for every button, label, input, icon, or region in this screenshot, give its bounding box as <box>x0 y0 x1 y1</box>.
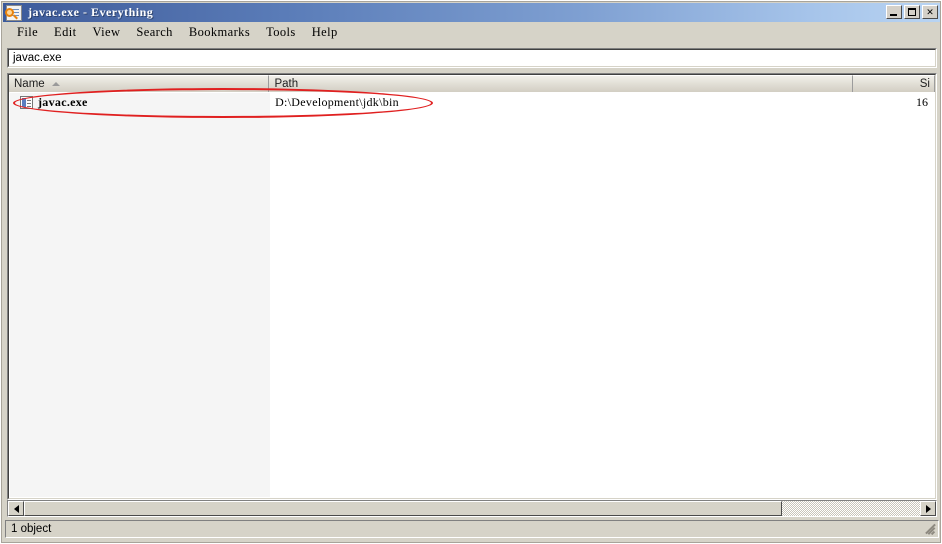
column-header-path[interactable]: Path <box>269 75 854 92</box>
scroll-left-button[interactable] <box>8 501 24 516</box>
chevron-right-icon <box>925 504 931 513</box>
menu-item-tools[interactable]: Tools <box>258 24 304 42</box>
file-icon <box>20 95 33 109</box>
cell-size: 16 <box>916 94 928 109</box>
menu-item-search[interactable]: Search <box>128 24 180 42</box>
results-listview-frame: Name Path Si javac.exe D:\Development\jd… <box>7 73 937 500</box>
title-bar[interactable]: javac.exe - Everything ✕ <box>3 3 941 22</box>
search-input[interactable]: javac.exe <box>8 49 936 67</box>
chevron-left-icon <box>13 504 19 513</box>
status-bar: 1 object <box>5 520 939 538</box>
table-row[interactable]: javac.exe D:\Development\jdk\bin 16 <box>10 94 934 110</box>
search-input-value: javac.exe <box>13 52 62 64</box>
menu-item-help[interactable]: Help <box>304 24 346 42</box>
menu-item-file[interactable]: File <box>9 24 46 42</box>
status-object-count: 1 object <box>11 523 52 535</box>
menu-item-view[interactable]: View <box>84 24 128 42</box>
window-title: javac.exe - Everything <box>28 5 154 19</box>
cell-name: javac.exe <box>38 94 88 109</box>
magnifier-document-icon <box>5 4 22 21</box>
horizontal-scrollbar[interactable] <box>7 500 937 517</box>
cell-path: D:\Development\jdk\bin <box>275 94 399 109</box>
sort-ascending-icon <box>51 82 60 86</box>
column-header-name[interactable]: Name <box>9 75 270 92</box>
close-icon: ✕ <box>926 6 934 17</box>
column-header-name-label: Name <box>14 78 45 90</box>
window-controls: ✕ <box>886 5 938 19</box>
close-button[interactable]: ✕ <box>922 5 938 19</box>
minimize-button[interactable] <box>886 5 902 19</box>
listview-header: Name Path Si <box>9 75 935 92</box>
menu-item-bookmarks[interactable]: Bookmarks <box>181 24 258 42</box>
scrollbar-thumb[interactable] <box>24 501 782 516</box>
scroll-right-button[interactable] <box>920 501 936 516</box>
menu-bar: File Edit View Search Bookmarks Tools He… <box>3 23 941 43</box>
column-header-size[interactable]: Si <box>853 75 935 92</box>
resize-grip-icon[interactable] <box>923 523 936 536</box>
results-listview[interactable]: Name Path Si javac.exe D:\Development\jd… <box>8 74 936 499</box>
column-header-size-label: Si <box>919 78 930 90</box>
name-column-shading <box>10 93 270 497</box>
maximize-button[interactable] <box>904 5 920 19</box>
search-input-frame: javac.exe <box>7 48 937 68</box>
column-header-path-label: Path <box>274 78 299 90</box>
menu-item-edit[interactable]: Edit <box>46 24 84 42</box>
everything-app-window: javac.exe - Everything ✕ File Edit View … <box>0 0 942 544</box>
